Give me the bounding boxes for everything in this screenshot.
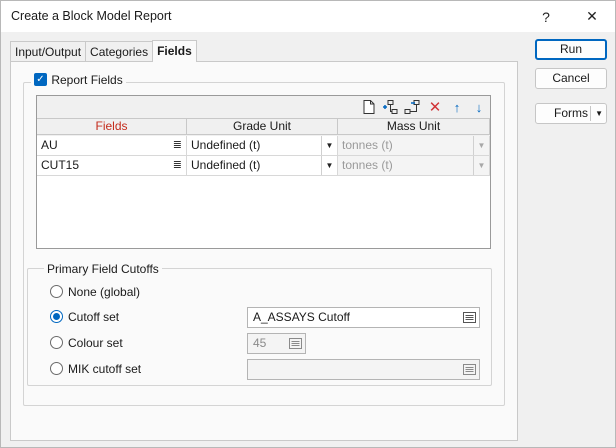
move-down-icon[interactable]: ↓ <box>470 98 488 116</box>
column-header-mass-unit[interactable]: Mass Unit <box>338 118 490 135</box>
mass-unit-dropdown[interactable]: tonnes (t) ▼ <box>338 156 490 176</box>
list-icon[interactable]: ≣ <box>173 136 182 155</box>
colour-set-field[interactable]: 45 <box>247 333 306 354</box>
grade-unit-dropdown[interactable]: Undefined (t) ▼ <box>187 156 338 176</box>
dialog-window: Create a Block Model Report ? ✕ Input/Ou… <box>0 0 616 448</box>
table-row-field-cell[interactable]: CUT15 ≣ <box>37 156 187 176</box>
column-header-fields[interactable]: Fields <box>37 118 187 135</box>
report-fields-checkbox[interactable]: ✓ <box>34 73 47 86</box>
primary-field-cutoffs-legend: Primary Field Cutoffs <box>44 262 162 276</box>
radio-mik-cutoff-set[interactable] <box>50 362 63 375</box>
delete-icon[interactable]: ✕ <box>426 98 444 116</box>
browse-list-icon[interactable] <box>463 363 476 376</box>
cancel-button[interactable]: Cancel <box>535 68 607 89</box>
window-title: Create a Block Model Report <box>11 9 172 23</box>
mass-unit-dropdown[interactable]: tonnes (t) ▼ <box>338 136 490 156</box>
mass-unit-value: tonnes (t) <box>342 158 393 172</box>
colour-set-value: 45 <box>253 336 267 350</box>
radio-none-global-label: None (global) <box>68 285 141 299</box>
report-fields-label: Report Fields <box>51 73 123 87</box>
close-button[interactable]: ✕ <box>569 1 615 32</box>
grid-toolbar: ✕ ↑ ↓ <box>37 96 490 118</box>
radio-cutoff-set-label: Cutoff set <box>68 310 120 324</box>
mik-cutoff-set-field[interactable] <box>247 359 480 380</box>
radio-mik-cutoff-set-label: MIK cutoff set <box>68 362 142 376</box>
mass-unit-value: tonnes (t) <box>342 138 393 152</box>
append-icon[interactable] <box>403 98 421 116</box>
browse-list-icon[interactable] <box>463 311 476 324</box>
chevron-down-icon[interactable]: ▼ <box>473 156 489 175</box>
browse-list-icon[interactable] <box>289 337 302 350</box>
cutoff-set-value: A_ASSAYS Cutoff <box>253 310 350 324</box>
radio-cutoff-set[interactable] <box>50 310 63 323</box>
new-icon[interactable] <box>360 98 378 116</box>
help-icon: ? <box>542 8 550 25</box>
table-row-field-cell[interactable]: AU ≣ <box>37 136 187 156</box>
radio-none-global[interactable] <box>50 285 63 298</box>
help-button[interactable]: ? <box>523 1 569 32</box>
report-fields-legend: ✓ Report Fields <box>31 73 126 87</box>
insert-icon[interactable] <box>381 98 399 116</box>
report-fields-grid: ✕ ↑ ↓ Fields Grade Unit Mass Unit AU ≣ U… <box>36 95 491 249</box>
forms-dropdown-icon[interactable]: ▼ <box>595 104 603 123</box>
tab-input-output[interactable]: Input/Output <box>10 41 87 62</box>
column-header-grade-unit[interactable]: Grade Unit <box>187 118 338 135</box>
chevron-down-icon[interactable]: ▼ <box>473 136 489 155</box>
radio-colour-set-label: Colour set <box>68 336 123 350</box>
close-icon: ✕ <box>586 8 598 24</box>
title-bar: Create a Block Model Report ? ✕ <box>1 1 615 32</box>
field-value: CUT15 <box>41 158 80 172</box>
cutoff-set-field[interactable]: A_ASSAYS Cutoff <box>247 307 480 328</box>
chevron-down-icon[interactable]: ▼ <box>321 156 337 175</box>
grade-unit-value: Undefined (t) <box>191 158 261 172</box>
field-value: AU <box>41 138 58 152</box>
chevron-down-icon[interactable]: ▼ <box>321 136 337 155</box>
forms-button-label: Forms <box>554 106 588 120</box>
forms-divider <box>590 106 591 121</box>
forms-button[interactable]: Forms ▼ <box>535 103 607 124</box>
radio-colour-set[interactable] <box>50 336 63 349</box>
grid-empty-area[interactable] <box>37 176 490 248</box>
run-button[interactable]: Run <box>535 39 607 60</box>
cancel-button-label: Cancel <box>552 71 590 85</box>
run-button-label: Run <box>559 42 582 56</box>
move-up-icon[interactable]: ↑ <box>448 98 466 116</box>
grade-unit-dropdown[interactable]: Undefined (t) ▼ <box>187 136 338 156</box>
grade-unit-value: Undefined (t) <box>191 138 261 152</box>
tab-strip: Input/Output Categories Fields <box>10 40 197 62</box>
tab-fields[interactable]: Fields <box>152 40 197 62</box>
list-icon[interactable]: ≣ <box>173 156 182 175</box>
tab-categories[interactable]: Categories <box>85 41 154 62</box>
